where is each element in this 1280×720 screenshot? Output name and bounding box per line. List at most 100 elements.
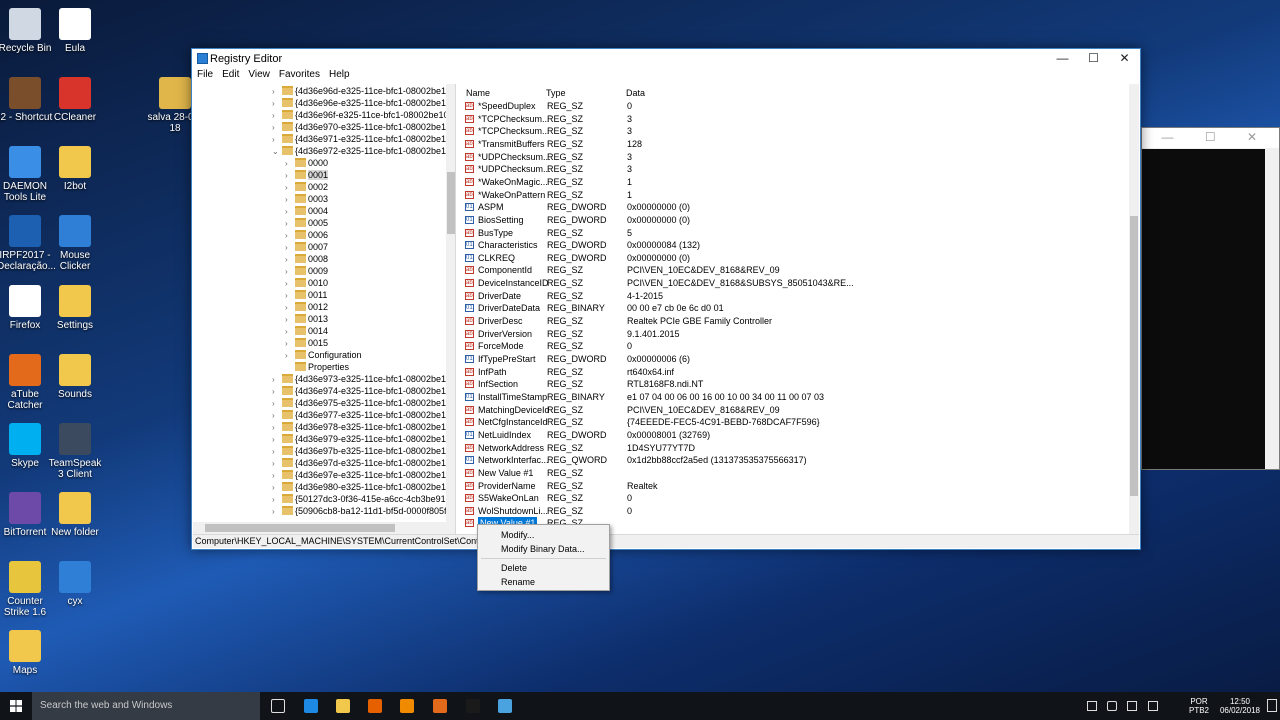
- expand-chevron-icon[interactable]: ›: [272, 506, 282, 518]
- tree-item[interactable]: › {50906cb8-ba12-11d1-bf5d-0000f805f530}: [272, 505, 455, 518]
- console-window[interactable]: — ☐ ✕: [1141, 127, 1280, 470]
- tree-item[interactable]: › {4d36e970-e325-11ce-bfc1-08002be10318}: [272, 121, 455, 133]
- tree-item[interactable]: › {4d36e96e-e325-11ce-bfc1-08002be10318}: [272, 97, 455, 109]
- value-row[interactable]: MatchingDeviceIdREG_SZ PCI\VEN_10EC&DEV_8…: [459, 404, 1129, 417]
- value-row[interactable]: *TransmitBuffersREG_SZ 128: [459, 138, 1129, 151]
- desktop-icon[interactable]: New folder: [47, 492, 103, 538]
- task-view-icon[interactable]: [271, 699, 285, 713]
- tree-item[interactable]: › 0006: [285, 229, 328, 241]
- volume-icon[interactable]: [1107, 701, 1117, 711]
- value-row[interactable]: New Value #1 REG_SZ: [459, 467, 1129, 480]
- desktop-icon[interactable]: Counter Strike 1.6: [0, 561, 53, 618]
- tree-item[interactable]: › 0010: [285, 277, 328, 289]
- search-box[interactable]: Search the web and Windows: [32, 692, 260, 720]
- tree-item[interactable]: › {4d36e96f-e325-11ce-bfc1-08002be10318}: [272, 109, 455, 121]
- menu-edit[interactable]: Edit: [222, 69, 239, 83]
- console-icon[interactable]: [466, 699, 480, 713]
- registry-editor-window[interactable]: Registry Editor — ☐ ✕ File Edit View Fav…: [191, 48, 1141, 550]
- value-row[interactable]: DeviceInstanceIDREG_SZ PCI\VEN_10EC&DEV_8…: [459, 277, 1129, 290]
- list-vertical-scrollbar[interactable]: [1129, 84, 1139, 534]
- firefox-icon[interactable]: [368, 699, 382, 713]
- clock[interactable]: 12:50 06/02/2018: [1216, 697, 1264, 715]
- value-row[interactable]: *TCPChecksum...REG_SZ 3: [459, 125, 1129, 138]
- expand-chevron-icon[interactable]: ⌄: [272, 146, 282, 158]
- tree-item[interactable]: › {4d36e978-e325-11ce-bfc1-08002be10318}: [272, 421, 455, 433]
- value-row[interactable]: *UDPChecksum...REG_SZ 3: [459, 151, 1129, 164]
- tree-item[interactable]: › 0014: [285, 325, 328, 337]
- tree-vertical-scrollbar[interactable]: [446, 84, 455, 524]
- desktop-icon[interactable]: Mouse Clicker: [47, 215, 103, 272]
- console-scrollbar[interactable]: [1265, 149, 1279, 469]
- tree-item[interactable]: › {50127dc3-0f36-415e-a6cc-4cb3be910b65}: [272, 493, 455, 505]
- tree-item[interactable]: › 0005: [285, 217, 328, 229]
- value-row[interactable]: *TCPChecksum...REG_SZ 3: [459, 113, 1129, 126]
- key-tree[interactable]: › {4d36e96d-e325-11ce-bfc1-08002be10318} ›…: [193, 84, 456, 534]
- menu-view[interactable]: View: [248, 69, 270, 83]
- desktop-icon[interactable]: BitTorrent: [0, 492, 53, 538]
- value-row[interactable]: IfTypePreStart REG_DWORD 0x00000006 (6): [459, 353, 1129, 366]
- desktop-icon[interactable]: Eula: [47, 8, 103, 54]
- desktop-icon[interactable]: Maps: [0, 630, 53, 676]
- maximize-button[interactable]: ☐: [1078, 49, 1109, 69]
- tree-item[interactable]: › {4d36e977-e325-11ce-bfc1-08002be10318}: [272, 409, 455, 421]
- edge-icon[interactable]: [304, 699, 318, 713]
- tree-item[interactable]: › {4d36e97e-e325-11ce-bfc1-08002be10318}: [272, 469, 455, 481]
- menu-favorites[interactable]: Favorites: [279, 69, 320, 83]
- regedit-icon[interactable]: [498, 699, 512, 713]
- desktop-icon[interactable]: IRPF2017 - Declaração...: [0, 215, 56, 272]
- value-row[interactable]: NetLuidIndex REG_DWORD 0x00008001 (32769): [459, 429, 1129, 442]
- value-row[interactable]: *UDPChecksum...REG_SZ 3: [459, 163, 1129, 176]
- tree-item[interactable]: › 0012: [285, 301, 328, 313]
- vlc-icon[interactable]: [400, 699, 414, 713]
- tree-item[interactable]: › 0004: [285, 205, 328, 217]
- tree-item[interactable]: › 0015: [285, 337, 328, 349]
- value-row[interactable]: InfPath REG_SZ rt640x64.inf: [459, 366, 1129, 379]
- value-row[interactable]: *SpeedDuplex REG_SZ 0: [459, 100, 1129, 113]
- value-row[interactable]: Characteristics REG_DWORD 0x00000084 (132): [459, 239, 1129, 252]
- values-list[interactable]: Name Type Data *SpeedDuplex REG_SZ 0 *TCPCh…: [459, 84, 1139, 534]
- tree-item[interactable]: › {4d36e980-e325-11ce-bfc1-08002be10318}: [272, 481, 455, 493]
- power-icon[interactable]: [1127, 701, 1137, 711]
- value-row[interactable]: ForceMode REG_SZ 0: [459, 340, 1129, 353]
- minimize-button[interactable]: —: [1047, 49, 1078, 69]
- network-icon[interactable]: [1087, 701, 1097, 711]
- value-row[interactable]: NetworkAddressREG_SZ 1D4SYU77YT7D: [459, 442, 1129, 455]
- value-row[interactable]: WolShutdownLi...REG_SZ 0: [459, 505, 1129, 518]
- console-window-controls[interactable]: — ☐ ✕: [1142, 128, 1279, 148]
- value-row[interactable]: DriverDesc REG_SZ Realtek PCIe GBE Family …: [459, 315, 1129, 328]
- tree-item[interactable]: › 0000: [285, 157, 328, 169]
- file-explorer-icon[interactable]: [336, 699, 350, 713]
- tree-item[interactable]: › 0003: [285, 193, 328, 205]
- tree-item[interactable]: › Configuration: [285, 349, 362, 361]
- tree-hscroll-thumb[interactable]: [205, 524, 395, 532]
- desktop-icon[interactable]: I2bot: [47, 146, 103, 192]
- value-row[interactable]: CLKREQ REG_DWORD 0x00000000 (0): [459, 252, 1129, 265]
- tree-horizontal-scrollbar[interactable]: [193, 522, 455, 534]
- tree-item[interactable]: › 0001: [285, 169, 329, 181]
- menu-item-delete[interactable]: Delete: [501, 563, 527, 573]
- value-row[interactable]: InstallTimeStampREG_BINARY e1 07 04 00 06…: [459, 391, 1129, 404]
- tree-item[interactable]: › 0002: [285, 181, 328, 193]
- value-row[interactable]: BiosSetting REG_DWORD 0x00000000 (0): [459, 214, 1129, 227]
- value-row[interactable]: DriverDateData REG_BINARY 00 00 e7 cb 0e 6…: [459, 302, 1129, 315]
- value-row[interactable]: NetworkInterfac...REG_QWORD 0x1d2bb88ccf2…: [459, 454, 1129, 467]
- value-row[interactable]: DriverDate REG_SZ 4-1-2015: [459, 290, 1129, 303]
- tree-item[interactable]: › {4d36e97b-e325-11ce-bfc1-08002be10318}: [272, 445, 455, 457]
- value-row[interactable]: ASPM REG_DWORD 0x00000000 (0): [459, 201, 1129, 214]
- tree-scroll-thumb[interactable]: [447, 172, 455, 234]
- atube-icon[interactable]: [433, 699, 447, 713]
- column-name[interactable]: Name: [466, 88, 490, 98]
- tree-item[interactable]: › 0013: [285, 313, 328, 325]
- column-type[interactable]: Type: [546, 88, 566, 98]
- tree-item[interactable]: Properties: [285, 361, 349, 373]
- value-row[interactable]: ProviderName REG_SZ Realtek: [459, 480, 1129, 493]
- console-body[interactable]: [1142, 149, 1266, 469]
- value-row[interactable]: InfSection REG_SZ RTL8168F8.ndi.NT: [459, 378, 1129, 391]
- value-row[interactable]: *WakeOnPatternREG_SZ 1: [459, 189, 1129, 202]
- menu-item-modify-binary[interactable]: Modify Binary Data...: [501, 544, 585, 554]
- desktop-icon[interactable]: DAEMON Tools Lite: [0, 146, 53, 203]
- language-indicator[interactable]: POR PTB2: [1184, 697, 1214, 715]
- desktop-icon[interactable]: aTube Catcher: [0, 354, 53, 411]
- tree-item[interactable]: ⌄ {4d36e972-e325-11ce-bfc1-08002be10318}: [272, 145, 455, 158]
- menu-item-modify[interactable]: Modify...: [501, 530, 534, 540]
